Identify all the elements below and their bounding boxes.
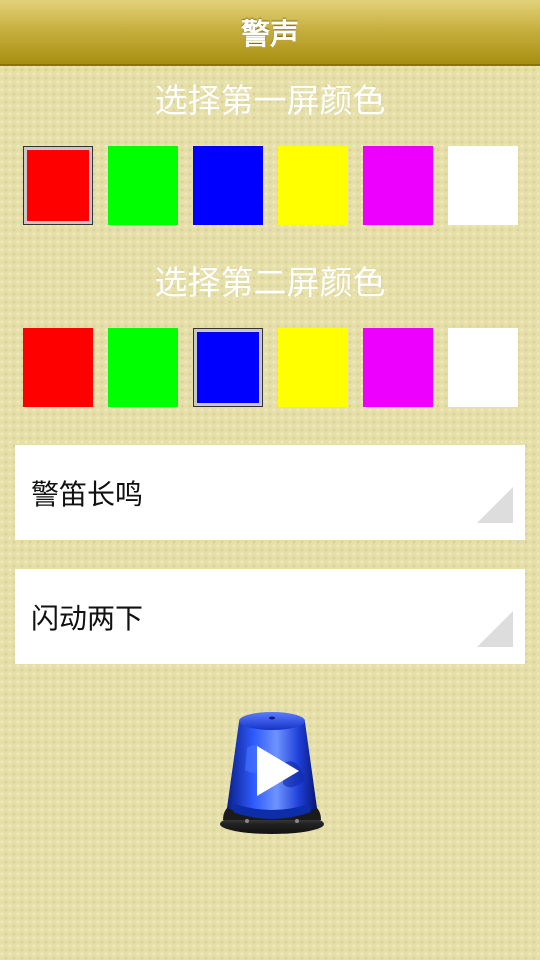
screen1-color-row	[23, 146, 518, 226]
flash-mode-value: 闪动两下	[31, 601, 144, 635]
screen1-swatch-yellow[interactable]	[278, 146, 348, 225]
screen2-color-label: 选择第二屏颜色	[154, 263, 386, 302]
siren-sound-dropdown[interactable]: 警笛长鸣	[15, 445, 525, 540]
screen2-color-row	[23, 328, 518, 408]
screen1-swatch-green[interactable]	[108, 146, 178, 225]
screen1-swatch-blue[interactable]	[193, 146, 263, 225]
page-title: 警声	[240, 17, 299, 51]
play-siren-button[interactable]	[217, 708, 327, 838]
screen2-swatch-yellow[interactable]	[278, 328, 348, 407]
dropdown-corner-icon	[477, 611, 513, 647]
screen2-swatch-red[interactable]	[23, 328, 93, 407]
screen2-swatch-green[interactable]	[108, 328, 178, 407]
screen2-swatch-blue[interactable]	[193, 328, 263, 407]
screen2-swatch-magenta[interactable]	[363, 328, 433, 407]
dropdown-corner-icon	[477, 487, 513, 523]
flash-mode-dropdown[interactable]: 闪动两下	[15, 569, 525, 664]
screen1-swatch-magenta[interactable]	[363, 146, 433, 225]
screen1-swatch-red[interactable]	[23, 146, 93, 225]
siren-play-icon	[220, 712, 324, 834]
siren-sound-value: 警笛长鸣	[31, 477, 144, 511]
title-bar: 警声	[0, 0, 540, 66]
screen1-swatch-white[interactable]	[448, 146, 518, 225]
screen1-color-label: 选择第一屏颜色	[154, 81, 386, 120]
screen2-swatch-white[interactable]	[448, 328, 518, 407]
